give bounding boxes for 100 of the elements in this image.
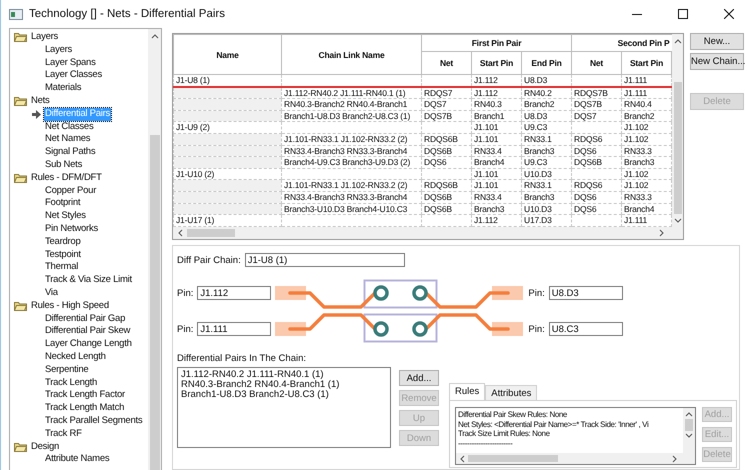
- table-cell: J1.112: [472, 74, 522, 87]
- column-header[interactable]: Chain Link Name: [282, 34, 422, 74]
- tree-item[interactable]: Layers: [44, 44, 74, 57]
- tree-item[interactable]: Rules - DFM/DFT: [31, 172, 102, 185]
- table-cell: Branch3: [472, 203, 522, 215]
- column-header[interactable]: Name: [174, 34, 282, 74]
- scroll-down-icon[interactable]: [685, 433, 693, 439]
- field-label: Diff Pair Chain:: [177, 254, 241, 266]
- scrollbar-thumb[interactable]: [674, 82, 682, 214]
- column-header[interactable]: Start Pin: [472, 52, 522, 74]
- tree-item[interactable]: Necked Length: [44, 350, 107, 364]
- list-button[interactable]: Add...: [399, 370, 439, 386]
- tree-item[interactable]: Track & Via Size Limit: [44, 274, 133, 287]
- tree-item[interactable]: Serpentine: [44, 364, 90, 377]
- chain-field[interactable]: J1-U8 (1): [244, 253, 405, 267]
- table-cell: DQS6B: [422, 145, 472, 157]
- scroll-up-icon[interactable]: [674, 38, 682, 44]
- tree-item[interactable]: Track Length: [44, 376, 98, 390]
- tab[interactable]: Attributes: [485, 385, 538, 400]
- tree-item[interactable]: Net Names: [44, 133, 92, 146]
- tree-item[interactable]: Rules - High Speed: [31, 300, 109, 313]
- tree-item[interactable]: Track Parallel Segments: [44, 414, 144, 428]
- action-button[interactable]: New...: [690, 33, 744, 50]
- tree-item[interactable]: Net Classes: [44, 120, 94, 134]
- table-cell: J1.112-RN40.2 J1.111-RN40.1 (1): [282, 86, 422, 99]
- table-cell: RN33.1: [522, 180, 572, 192]
- tree-item[interactable]: Attribute Names: [44, 453, 110, 466]
- scrollbar-thumb[interactable]: [685, 419, 693, 431]
- action-button[interactable]: New Chain...: [690, 53, 744, 70]
- rule-line: Track Size Limit Rules: None: [458, 429, 551, 438]
- tree-item[interactable]: Track Length Match: [44, 402, 126, 415]
- table-cell: DQS6: [572, 203, 622, 215]
- table-cell: DQS7: [422, 98, 472, 110]
- scrollbar[interactable]: [148, 29, 161, 470]
- column-header[interactable]: Net: [422, 52, 472, 74]
- table-cell: RN40.3-Branch2 RN40.4-Branch1: [282, 98, 422, 110]
- column-header[interactable]: Net: [572, 52, 622, 74]
- table-cell: Branch3: [522, 145, 572, 157]
- tree-item[interactable]: Pin Networks: [44, 222, 99, 236]
- tree-item[interactable]: Copper Pour: [44, 184, 98, 198]
- scroll-up-icon[interactable]: [150, 33, 158, 39]
- table-cell: Branch4: [472, 156, 522, 168]
- tree-item[interactable]: Nets: [31, 94, 50, 108]
- table-cell: Branch1: [472, 110, 522, 122]
- pin-field[interactable]: U8.D3: [548, 286, 623, 300]
- scrollbar[interactable]: [173, 227, 683, 239]
- tree-item[interactable]: Layer Classes: [44, 69, 103, 82]
- tree-item[interactable]: Net Styles: [44, 210, 87, 223]
- tree-item[interactable]: Layer Change Length: [44, 338, 133, 351]
- list-item[interactable]: J1.112-RN40.2 J1.111-RN40.1 (1): [181, 370, 387, 380]
- table-cell: U10.D3: [522, 203, 572, 215]
- tree-item[interactable]: Footprint: [44, 197, 82, 210]
- tree-item[interactable]: Materials: [44, 82, 82, 95]
- tree-item[interactable]: Thermal: [44, 261, 80, 274]
- scrollbar-thumb[interactable]: [150, 135, 160, 470]
- tree-item[interactable]: Layers: [31, 31, 58, 44]
- list-item[interactable]: RN40.3-Branch2 RN40.4-Branch1 (1): [181, 380, 387, 390]
- column-header[interactable]: Start Pin: [622, 52, 672, 74]
- table-cell: RN33.4: [472, 145, 522, 157]
- scrollbar[interactable]: [672, 34, 683, 227]
- table-cell: J1.101-RN33.1 J1.102-RN33.2 (2): [282, 180, 422, 192]
- scrollbar-thumb[interactable]: [187, 229, 235, 237]
- pin-field[interactable]: U8.C3: [548, 322, 623, 336]
- tree-item[interactable]: Signal Paths: [44, 146, 96, 159]
- close-icon[interactable]: [724, 9, 734, 19]
- maximize-icon[interactable]: [678, 9, 688, 19]
- tree-item[interactable]: Testpoint: [44, 248, 82, 262]
- scroll-up-icon[interactable]: [685, 411, 693, 417]
- list-item[interactable]: Branch1-U8.D3 Branch2-U8.C3 (1): [181, 390, 387, 400]
- scroll-down-icon[interactable]: [674, 218, 682, 224]
- scroll-right-icon[interactable]: [659, 229, 665, 237]
- scroll-left-icon[interactable]: [177, 229, 183, 237]
- scrollbar[interactable]: [456, 453, 695, 464]
- tree-item[interactable]: Differential Pair Skew: [44, 325, 132, 338]
- tree-item[interactable]: Sub Nets: [44, 158, 84, 172]
- app-icon: [9, 8, 23, 20]
- tree-item[interactable]: Differential Pair Gap: [44, 312, 126, 326]
- scroll-right-icon[interactable]: [672, 454, 678, 462]
- tree-item[interactable]: Layer Spans: [44, 56, 97, 70]
- field-label: Pin:: [528, 288, 545, 298]
- table-cell: U9.C3: [522, 156, 572, 168]
- tree-item[interactable]: Via: [44, 286, 59, 300]
- scrollbar-thumb[interactable]: [468, 455, 558, 462]
- table-cell: [422, 168, 472, 180]
- tree-item[interactable]: Design: [31, 440, 60, 454]
- pin-field[interactable]: J1.112: [197, 286, 272, 300]
- pin-field[interactable]: J1.111: [197, 322, 272, 336]
- column-header[interactable]: End Pin: [522, 52, 572, 74]
- table-cell: J1.101: [472, 168, 522, 180]
- table-cell: U8.D3: [522, 110, 572, 122]
- table-cell: J1.101: [472, 122, 522, 134]
- tree-item[interactable]: Track RF: [44, 428, 83, 440]
- table-cell: DQS6B: [422, 203, 472, 215]
- table-cell: Branch4-U9.C3 Branch3-U9.D3 (2): [282, 156, 422, 168]
- scrollbar[interactable]: [683, 408, 695, 453]
- tab[interactable]: Rules: [449, 383, 486, 400]
- tree-item[interactable]: Track Length Factor: [44, 389, 126, 402]
- scroll-left-icon[interactable]: [459, 454, 465, 462]
- tree-item[interactable]: Teardrop: [44, 236, 82, 249]
- table-cell: RDQS7: [422, 86, 472, 99]
